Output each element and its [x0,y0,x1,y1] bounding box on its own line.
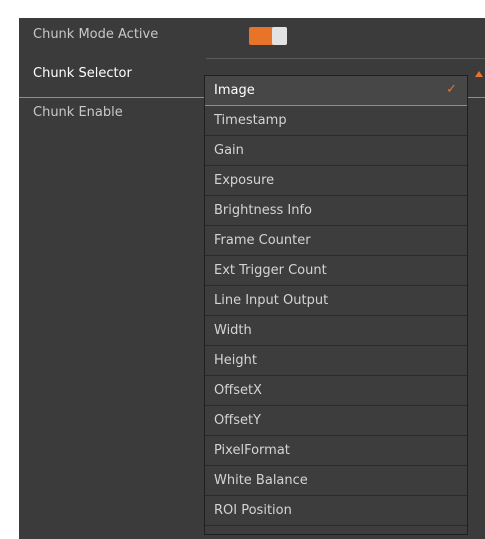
option-height[interactable]: Height [205,346,467,376]
option-frame-counter[interactable]: Frame Counter [205,226,467,256]
row-chunk-mode-active: Chunk Mode Active [19,18,485,52]
option-offsetx[interactable]: OffsetX [205,376,467,406]
option-gain[interactable]: Gain [205,136,467,166]
option-pixelformat[interactable]: PixelFormat [205,436,467,466]
chunk-mode-active-toggle[interactable] [249,27,287,45]
chunk-selector-label: Chunk Selector [33,66,132,81]
option-width[interactable]: Width [205,316,467,346]
option-brightness-info[interactable]: Brightness Info [205,196,467,226]
check-icon: ✓ [446,82,457,97]
toggle-knob [272,27,287,45]
chunk-enable-label: Chunk Enable [33,105,123,120]
option-image[interactable]: Image ✓ [205,76,467,106]
option-timestamp[interactable]: Timestamp [205,106,467,136]
option-offsety[interactable]: OffsetY [205,406,467,436]
triangle-up-icon[interactable] [475,71,483,77]
option-ext-trigger-count[interactable]: Ext Trigger Count [205,256,467,286]
option-line-input-output[interactable]: Line Input Output [205,286,467,316]
option-roi-position[interactable]: ROI Position [205,496,467,526]
chunk-mode-active-label: Chunk Mode Active [33,27,159,42]
option-white-balance[interactable]: White Balance [205,466,467,496]
chunk-selector-dropdown-list[interactable]: Image ✓ Timestamp Gain Exposure Brightne… [204,75,468,535]
option-exposure[interactable]: Exposure [205,166,467,196]
